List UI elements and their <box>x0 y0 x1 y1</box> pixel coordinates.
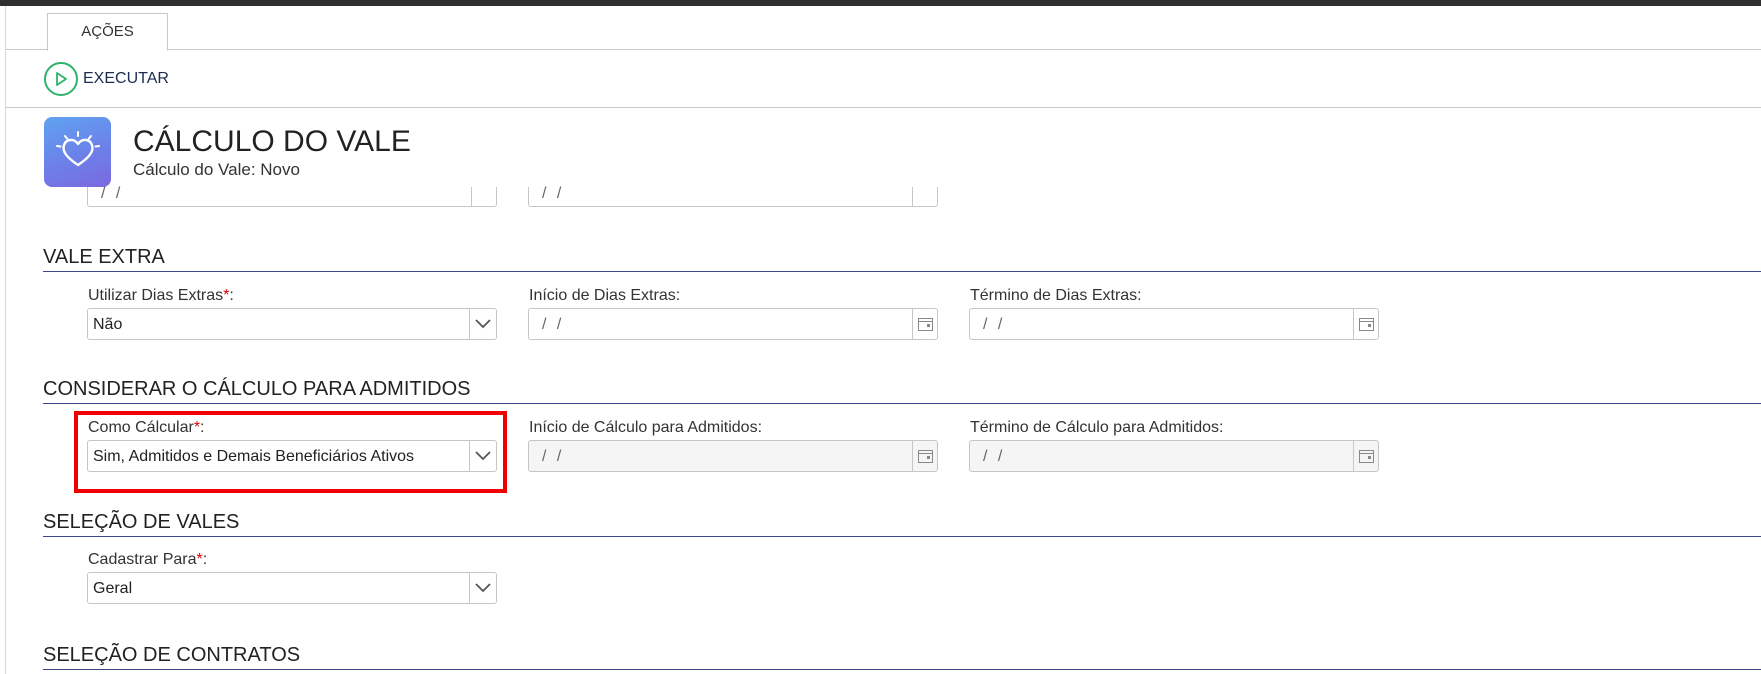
chevron-down-icon[interactable] <box>469 573 496 603</box>
tab-acoes[interactable]: AÇÕES <box>47 13 168 51</box>
cadastrar-para-select[interactable]: Geral <box>87 572 497 604</box>
calendar-icon[interactable] <box>1353 441 1378 471</box>
date-field-partial-1[interactable]: / / <box>87 185 497 207</box>
calendar-icon[interactable] <box>912 187 937 206</box>
calendar-icon[interactable] <box>1353 309 1378 339</box>
date-field-partial-2[interactable]: / / <box>528 185 938 207</box>
calendar-icon[interactable] <box>912 309 937 339</box>
utilizar-dias-extras-select[interactable]: Não <box>87 308 497 340</box>
field-label-utilizar-dias-extras: Utilizar Dias Extras*: <box>88 287 234 304</box>
page-subtitle: Cálculo do Vale: Novo <box>133 160 300 179</box>
calendar-icon[interactable] <box>471 187 496 206</box>
heart-icon <box>44 117 111 187</box>
termino-dias-extras-field[interactable]: / / <box>969 308 1379 340</box>
inicio-dias-extras-field[interactable]: / / <box>528 308 938 340</box>
field-label-termino-dias-extras: Término de Dias Extras: <box>970 287 1142 304</box>
section-title-selecao-contratos: SELEÇÃO DE CONTRATOS <box>43 644 301 666</box>
section-divider <box>43 403 1761 404</box>
action-toolbar: EXECUTAR <box>6 50 1761 108</box>
execute-label: EXECUTAR <box>83 70 169 87</box>
tab-bar: AÇÕES <box>6 6 1761 51</box>
field-label-inicio-calculo-admitidos: Início de Cálculo para Admitidos: <box>529 419 763 436</box>
highlight-box <box>74 411 507 493</box>
page-title: CÁLCULO DO VALE <box>133 125 411 158</box>
section-title-admitidos: CONSIDERAR O CÁLCULO PARA ADMITIDOS <box>43 378 471 400</box>
play-icon <box>44 62 78 96</box>
inicio-calculo-admitidos-field[interactable]: / / <box>528 440 938 472</box>
calendar-icon[interactable] <box>912 441 937 471</box>
field-label-cadastrar-para: Cadastrar Para*: <box>88 551 208 568</box>
field-label-inicio-dias-extras: Início de Dias Extras: <box>529 287 681 304</box>
field-label-termino-calculo-admitidos: Término de Cálculo para Admitidos: <box>970 419 1224 436</box>
termino-calculo-admitidos-field[interactable]: / / <box>969 440 1379 472</box>
section-divider <box>43 536 1761 537</box>
section-divider <box>43 669 1761 670</box>
chevron-down-icon[interactable] <box>469 309 496 339</box>
section-divider <box>43 271 1761 272</box>
execute-button[interactable]: EXECUTAR <box>44 62 169 96</box>
section-title-vale-extra: VALE EXTRA <box>43 246 165 268</box>
section-title-selecao-vales: SELEÇÃO DE VALES <box>43 511 240 533</box>
